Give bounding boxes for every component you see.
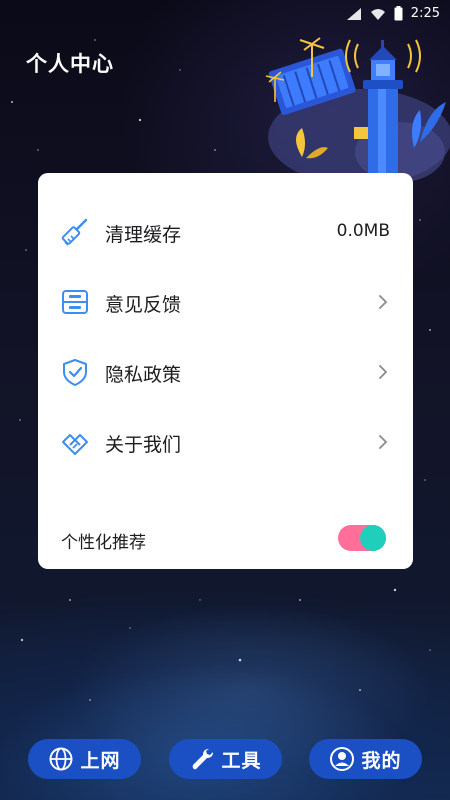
tab-mine[interactable]: 我的	[309, 739, 422, 779]
menu-label-feedback: 意见反馈	[105, 294, 182, 316]
tab-browse[interactable]: 上网	[28, 739, 141, 779]
menu-item-about-us[interactable]: 关于我们	[38, 416, 413, 468]
wrench-icon	[193, 749, 214, 770]
tab-label-browse: 上网	[80, 749, 121, 772]
status-bar: 2:25	[0, 0, 450, 30]
tab-tools[interactable]: 工具	[169, 739, 282, 779]
signal-icon	[346, 7, 361, 20]
battery-icon	[394, 6, 403, 21]
toggle-knob	[360, 525, 386, 551]
menu-item-clear-cache[interactable]: 清理缓存 0.0MB	[38, 206, 413, 258]
page-title: 个人中心	[26, 52, 114, 76]
menu-item-feedback[interactable]: 意见反馈	[38, 276, 413, 328]
shield-check-icon	[63, 359, 87, 386]
personalized-recommendation-label: 个性化推荐	[61, 533, 146, 553]
tab-label-tools: 工具	[221, 749, 262, 772]
personalized-recommendation-toggle[interactable]	[338, 525, 386, 551]
menu-label-clear-cache: 清理缓存	[105, 224, 182, 246]
chevron-right-icon	[379, 365, 388, 379]
menu-label-privacy-policy: 隐私政策	[105, 364, 182, 386]
cache-size-value: 0.0MB	[336, 221, 390, 241]
handshake-icon	[62, 434, 88, 455]
settings-card: 清理缓存 0.0MB 意见反馈 隐私政策 关于我们 个性化推荐	[38, 173, 413, 569]
status-time: 2:25	[410, 6, 440, 21]
tab-label-mine: 我的	[361, 749, 402, 772]
feedback-icon	[62, 290, 88, 314]
chevron-right-icon	[379, 435, 388, 449]
wifi-icon	[370, 8, 385, 20]
menu-label-about-us: 关于我们	[105, 434, 182, 456]
lighthouse-illustration	[265, 37, 450, 185]
broom-icon	[61, 218, 88, 246]
menu-item-privacy-policy[interactable]: 隐私政策	[38, 346, 413, 398]
chevron-right-icon	[379, 295, 388, 309]
user-icon	[330, 747, 355, 771]
globe-icon	[49, 747, 73, 771]
